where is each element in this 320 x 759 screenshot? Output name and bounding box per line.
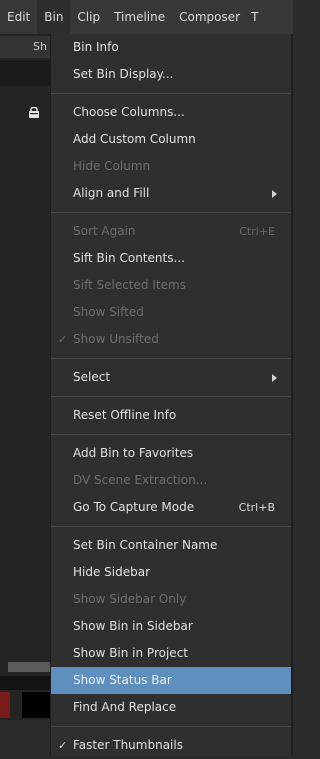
background-footer (0, 720, 50, 756)
menu-item-show-status-bar[interactable]: Show Status Bar (51, 667, 291, 694)
menu-item-label: Find And Replace (73, 700, 177, 714)
menu-separator (51, 726, 291, 727)
background-red-marker (0, 692, 10, 718)
menu-item-bin-info[interactable]: Bin Info (51, 34, 291, 61)
menu-bar: Edit Bin Clip Timeline Composer T (0, 0, 293, 35)
menu-item-label: Show Sifted (73, 305, 144, 319)
submenu-arrow-icon (272, 374, 277, 382)
menu-item-sort-again: Sort Again Ctrl+E (51, 218, 291, 245)
menu-composer[interactable]: Composer (172, 10, 247, 24)
menu-item-label: Sift Selected Items (73, 278, 186, 292)
menu-item-label: DV Scene Extraction... (73, 473, 208, 487)
menu-item-show-bin-in-sidebar[interactable]: Show Bin in Sidebar (51, 613, 291, 640)
menu-item-label: Sift Bin Contents... (73, 251, 185, 265)
menu-item-faster-thumbnails[interactable]: ✓ Faster Thumbnails (51, 732, 291, 759)
background-edge (291, 34, 293, 756)
background-toolbar (0, 60, 50, 86)
menu-item-label: Sort Again (73, 224, 136, 238)
menu-separator (51, 212, 291, 213)
menu-item-label: Hide Sidebar (73, 565, 151, 579)
bin-menu-dropdown: Bin Info Set Bin Display... Choose Colum… (50, 34, 291, 756)
check-icon: ✓ (58, 333, 68, 346)
menu-item-label: Choose Columns... (73, 105, 185, 119)
background-tab[interactable]: Sh (0, 36, 50, 58)
menu-item-label: Add Bin to Favorites (73, 446, 194, 460)
menu-item-label: Set Bin Container Name (73, 538, 218, 552)
background-strip (0, 676, 50, 690)
menu-item-label: Show Status Bar (73, 673, 172, 687)
menu-separator (51, 396, 291, 397)
menu-separator (51, 434, 291, 435)
menu-item-show-sifted: Show Sifted (51, 299, 291, 326)
menu-item-label: Add Custom Column (73, 132, 196, 146)
shortcut-label: Ctrl+B (238, 501, 275, 514)
menu-item-label: Show Sidebar Only (73, 592, 187, 606)
menu-timeline[interactable]: Timeline (107, 10, 172, 24)
menu-separator (51, 526, 291, 527)
menu-item-show-unsifted: ✓ Show Unsifted (51, 326, 291, 353)
background-bin-panel (0, 34, 50, 756)
menu-item-show-bin-in-project[interactable]: Show Bin in Project (51, 640, 291, 667)
lock-icon[interactable] (28, 107, 40, 118)
menu-item-label: Faster Thumbnails (73, 738, 183, 752)
menu-item-hide-column: Hide Column (51, 153, 291, 180)
menu-item-label: Reset Offline Info (73, 408, 177, 422)
menu-item-label: Show Unsifted (73, 332, 159, 346)
menu-clip[interactable]: Clip (70, 10, 107, 24)
menu-item-find-and-replace[interactable]: Find And Replace (51, 694, 291, 721)
check-icon: ✓ (58, 739, 68, 752)
menu-item-label: Bin Info (73, 40, 119, 54)
menu-item-label: Show Bin in Sidebar (73, 619, 193, 633)
menu-item-add-bin-to-favorites[interactable]: Add Bin to Favorites (51, 440, 291, 467)
menu-item-add-custom-column[interactable]: Add Custom Column (51, 126, 291, 153)
menu-edit[interactable]: Edit (0, 10, 37, 24)
menu-item-set-bin-container-name[interactable]: Set Bin Container Name (51, 532, 291, 559)
menu-item-reset-offline-info[interactable]: Reset Offline Info (51, 402, 291, 429)
submenu-arrow-icon (272, 190, 277, 198)
menu-item-set-bin-display[interactable]: Set Bin Display... (51, 61, 291, 88)
menu-item-show-sidebar-only: Show Sidebar Only (51, 586, 291, 613)
menu-item-label: Hide Column (73, 159, 151, 173)
menu-item-choose-columns[interactable]: Choose Columns... (51, 99, 291, 126)
menu-item-label: Go To Capture Mode (73, 500, 195, 514)
menu-item-hide-sidebar[interactable]: Hide Sidebar (51, 559, 291, 586)
menu-item-sift-selected-items: Sift Selected Items (51, 272, 291, 299)
menu-bin[interactable]: Bin (37, 0, 71, 34)
menu-item-sift-bin-contents[interactable]: Sift Bin Contents... (51, 245, 291, 272)
menu-item-label: Set Bin Display... (73, 67, 174, 81)
menu-separator (51, 93, 291, 94)
menu-tools[interactable]: T (247, 10, 258, 24)
menu-item-dv-scene-extraction: DV Scene Extraction... (51, 467, 291, 494)
background-monitor (22, 692, 50, 718)
menu-item-label: Show Bin in Project (73, 646, 188, 660)
menu-item-align-and-fill[interactable]: Align and Fill (51, 180, 291, 207)
menu-item-go-to-capture-mode[interactable]: Go To Capture Mode Ctrl+B (51, 494, 291, 521)
menu-item-label: Select (73, 370, 111, 384)
shortcut-label: Ctrl+E (239, 225, 275, 238)
menu-item-label: Align and Fill (73, 186, 150, 200)
menu-item-select[interactable]: Select (51, 364, 291, 391)
background-scrollbar[interactable] (8, 662, 50, 672)
menu-separator (51, 358, 291, 359)
